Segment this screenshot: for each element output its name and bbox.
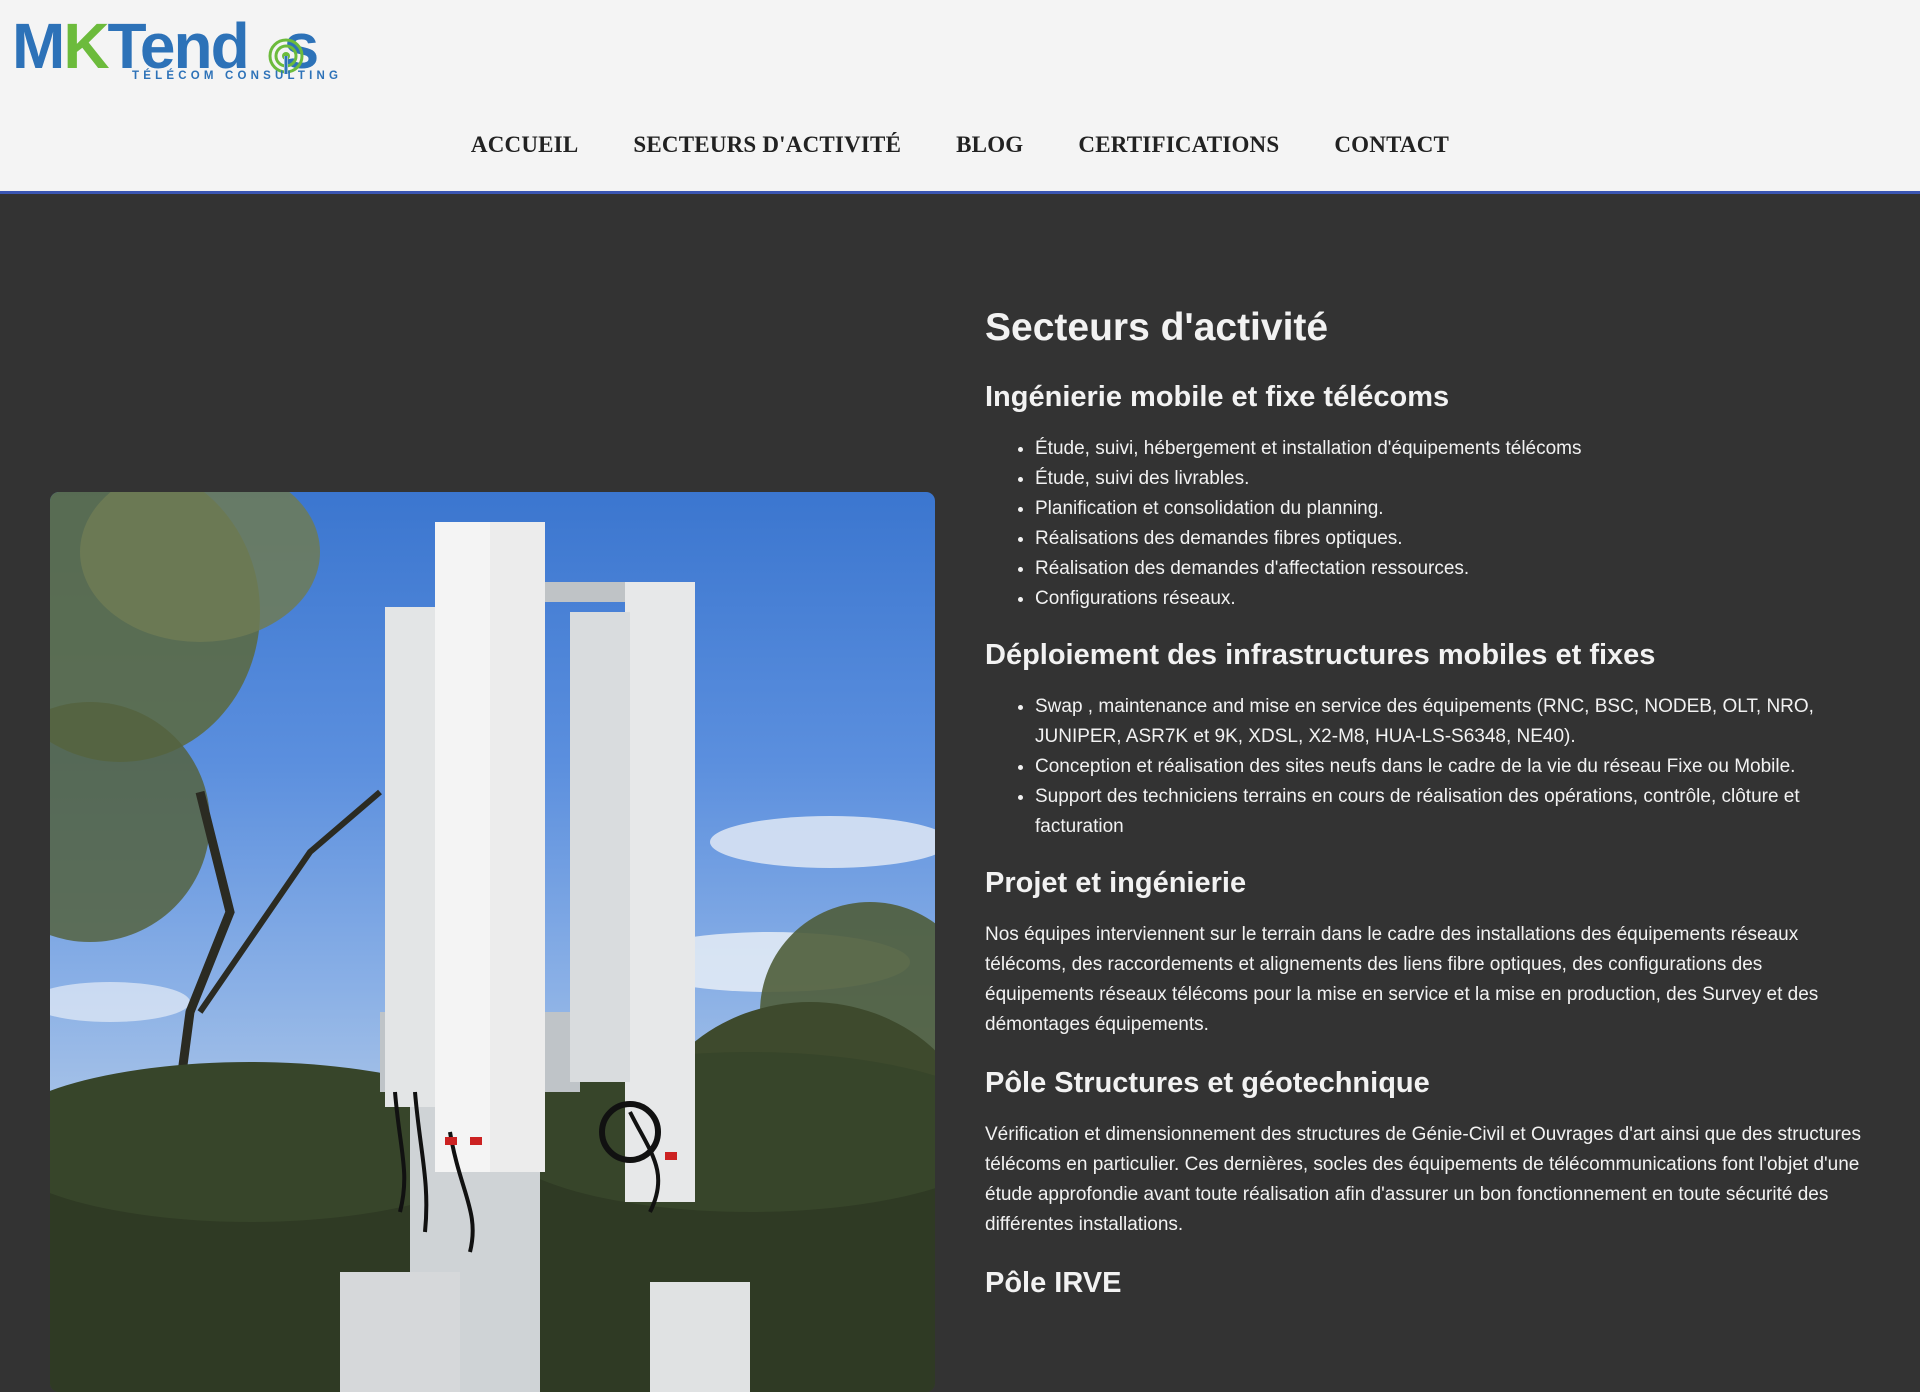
section-heading-structures: Pôle Structures et géotechnique — [985, 1067, 1430, 1099]
page-title: Secteurs d'activité — [985, 306, 1329, 349]
main-content: Secteurs d'activité Ingénierie mobile et… — [985, 298, 1865, 1306]
brand-logo[interactable]: MKTend s TÉLÉCOM CONSULTING — [12, 14, 338, 84]
list-deploiement: Swap , maintenance and mise en service d… — [985, 692, 1865, 842]
nav-blog[interactable]: BLOG — [956, 132, 1023, 157]
nav-secteurs[interactable]: SECTEURS D'ACTIVITÉ — [633, 132, 901, 157]
list-item: Réalisation des demandes d'affectation r… — [1035, 554, 1865, 584]
hero-image — [50, 492, 935, 1392]
list-item: Support des techniciens terrains en cour… — [1035, 782, 1865, 842]
nav-accueil[interactable]: ACCUEIL — [471, 132, 578, 157]
section-heading-irve: Pôle IRVE — [985, 1267, 1122, 1299]
nav-certifications[interactable]: CERTIFICATIONS — [1078, 132, 1279, 157]
section-heading-ingenierie: Ingénierie mobile et fixe télécoms — [985, 381, 1450, 413]
logo-letter-k: K — [63, 10, 109, 82]
list-item: Étude, suivi, hébergement et installatio… — [1035, 434, 1865, 464]
section-text-projet: Nos équipes interviennent sur le terrain… — [985, 924, 1819, 1035]
list-item: Étude, suivi des livrables. — [1035, 464, 1865, 494]
list-item: Réalisations des demandes fibres optique… — [1035, 524, 1865, 554]
site-header: MKTend s TÉLÉCOM CONSULTING ACCUEIL SECTE… — [0, 0, 1920, 194]
nav-contact[interactable]: CONTACT — [1334, 132, 1449, 157]
antenna-illustration — [50, 492, 935, 1392]
list-item: Configurations réseaux. — [1035, 584, 1865, 614]
list-item: Swap , maintenance and mise en service d… — [1035, 692, 1865, 752]
list-item: Planification et consolidation du planni… — [1035, 494, 1865, 524]
list-ingenierie: Étude, suivi, hébergement et installatio… — [985, 434, 1865, 614]
list-item: Conception et réalisation des sites neuf… — [1035, 752, 1865, 782]
logo-tagline: TÉLÉCOM CONSULTING — [132, 70, 343, 82]
signal-icon — [268, 38, 304, 74]
section-text-structures: Vérification et dimensionnement des stru… — [985, 1124, 1861, 1235]
main-nav: ACCUEIL SECTEURS D'ACTIVITÉ BLOG CERTIFI… — [0, 132, 1920, 166]
section-heading-projet: Projet et ingénierie — [985, 867, 1247, 899]
logo-letter-m: M — [12, 10, 65, 82]
section-heading-deploiement: Déploiement des infrastructures mobiles … — [985, 639, 1656, 671]
